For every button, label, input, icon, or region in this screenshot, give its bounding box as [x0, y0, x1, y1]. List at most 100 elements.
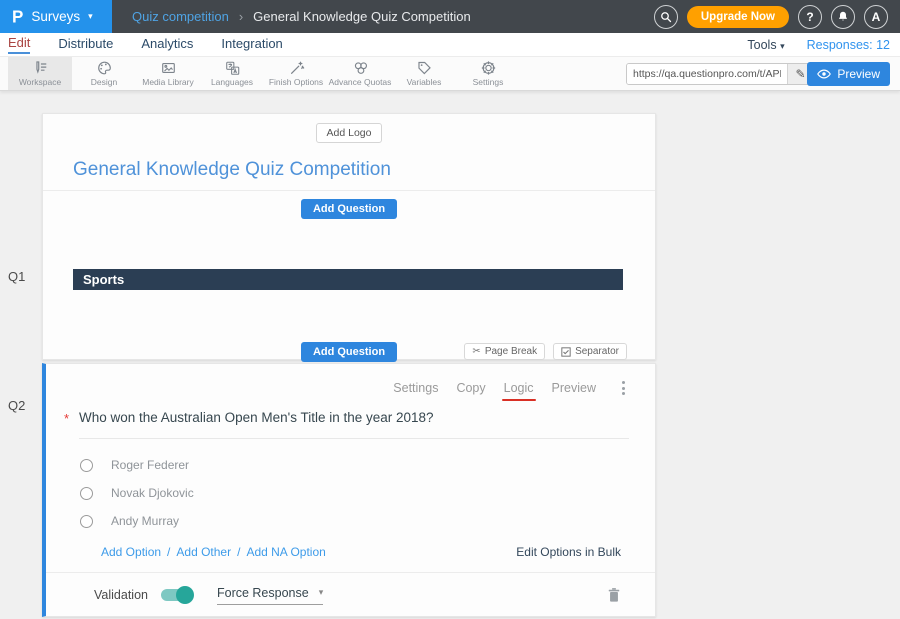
add-na-option-link[interactable]: Add NA Option	[246, 545, 325, 559]
chain-links-icon	[352, 60, 369, 76]
topbar-actions: Upgrade Now ? A	[654, 0, 900, 33]
more-options-kebab-icon[interactable]	[618, 379, 629, 397]
radio-button[interactable]	[80, 515, 93, 528]
add-question-button-bottom[interactable]: Add Question	[301, 342, 397, 362]
breadcrumb-separator-icon: ›	[239, 9, 243, 24]
link-separator: /	[237, 545, 240, 559]
toolbar-item-finish-options[interactable]: Finish Options	[264, 57, 328, 90]
toolbar-item-settings[interactable]: Settings	[456, 57, 520, 90]
edit-options-in-bulk-link[interactable]: Edit Options in Bulk	[516, 545, 621, 559]
question-logic-link[interactable]: Logic	[504, 381, 534, 395]
chevron-down-icon: ▾	[319, 587, 324, 598]
questionpro-app: P Surveys ▾ Quiz competition › General K…	[0, 0, 900, 619]
responses-count[interactable]: Responses: 12	[807, 38, 890, 52]
answer-options: Roger Federer Novak Djokovic Andy Murray	[80, 458, 655, 528]
option-label[interactable]: Andy Murray	[111, 514, 179, 528]
search-button[interactable]	[654, 5, 678, 29]
survey-url-group: ✎	[626, 63, 814, 85]
radio-button[interactable]	[80, 487, 93, 500]
tools-dropdown[interactable]: Tools ▾	[747, 38, 784, 52]
notifications-button[interactable]	[831, 5, 855, 29]
preview-label: Preview	[837, 67, 880, 81]
separator-button[interactable]: Separator	[553, 343, 627, 360]
toolbar-label: Settings	[473, 77, 504, 87]
toolbar-item-variables[interactable]: Variables	[392, 57, 456, 90]
eye-icon	[817, 69, 831, 79]
tab-edit[interactable]: Edit	[8, 35, 30, 54]
trash-icon	[607, 587, 621, 603]
option-row: Novak Djokovic	[80, 486, 655, 500]
tab-integration[interactable]: Integration	[221, 36, 282, 53]
add-option-link[interactable]: Add Option	[101, 545, 161, 559]
add-logo-button[interactable]: Add Logo	[316, 123, 383, 143]
editor-canvas: Q1 Q2 Add Logo General Knowledge Quiz Co…	[0, 91, 900, 619]
palette-icon	[96, 60, 113, 76]
image-icon	[160, 60, 177, 76]
question-text[interactable]: Who won the Australian Open Men's Title …	[79, 410, 434, 425]
add-other-link[interactable]: Add Other	[176, 545, 231, 559]
toolbar-item-workspace[interactable]: Workspace	[8, 57, 72, 90]
separator-label: Separator	[575, 346, 619, 357]
toolbar-label: Workspace	[19, 77, 61, 87]
page-break-button[interactable]: ✂ Page Break	[464, 343, 545, 360]
help-button[interactable]: ?	[798, 5, 822, 29]
checkbox-icon	[561, 347, 571, 357]
page-break-label: Page Break	[485, 346, 537, 357]
question-copy-link[interactable]: Copy	[456, 381, 485, 395]
question-mark-icon: ?	[806, 10, 813, 24]
radio-button[interactable]	[80, 459, 93, 472]
validation-type-value: Force Response	[217, 586, 309, 600]
option-actions-row: Add Option / Add Other / Add NA Option E…	[101, 545, 621, 559]
survey-header-card: Add Logo General Knowledge Quiz Competit…	[42, 113, 656, 360]
editor-toolbar: Workspace Design Media Library	[0, 57, 900, 91]
search-icon	[660, 11, 672, 23]
preview-button[interactable]: Preview	[807, 62, 890, 86]
chevron-down-icon: ▾	[780, 41, 785, 51]
navtabs-right: Tools ▾ Responses: 12	[747, 38, 890, 52]
toolbar-item-media-library[interactable]: Media Library	[136, 57, 200, 90]
validation-type-dropdown[interactable]: Force Response ▾	[217, 586, 323, 605]
option-label[interactable]: Novak Djokovic	[111, 486, 194, 500]
validation-label: Validation	[94, 588, 148, 602]
question-menu: Settings Copy Logic Preview	[46, 379, 629, 397]
product-label: Surveys	[31, 9, 80, 24]
survey-title[interactable]: General Knowledge Quiz Competition	[73, 159, 655, 181]
toolbar-label: Media Library	[142, 77, 194, 87]
scissors-icon: ✂	[472, 346, 480, 357]
gear-icon	[480, 60, 497, 76]
section-header-q1[interactable]: Sports	[73, 269, 623, 290]
tag-icon	[416, 60, 433, 76]
question-settings-link[interactable]: Settings	[393, 381, 438, 395]
tab-analytics[interactable]: Analytics	[141, 36, 193, 53]
question-preview-link[interactable]: Preview	[552, 381, 596, 395]
add-option-links: Add Option / Add Other / Add NA Option	[101, 545, 326, 559]
toolbar-item-languages[interactable]: Languages	[200, 57, 264, 90]
delete-question-button[interactable]	[607, 587, 621, 603]
upgrade-now-button[interactable]: Upgrade Now	[687, 6, 789, 28]
toolbar-label: Advance Quotas	[329, 77, 392, 87]
breadcrumb-folder[interactable]: Quiz competition	[132, 9, 229, 24]
add-question-button-top[interactable]: Add Question	[301, 199, 397, 219]
link-separator: /	[167, 545, 170, 559]
toolbar-item-design[interactable]: Design	[72, 57, 136, 90]
questionpro-logo: P	[12, 8, 23, 26]
account-avatar[interactable]: A	[864, 5, 888, 29]
magic-wand-icon	[288, 60, 305, 76]
tab-distribute[interactable]: Distribute	[58, 36, 113, 53]
chevron-down-icon: ▾	[88, 11, 93, 22]
question-card-q2: Settings Copy Logic Preview * Who won th…	[42, 363, 656, 617]
validation-toggle[interactable]	[161, 589, 191, 601]
toolbar-label: Variables	[407, 77, 442, 87]
breadcrumb-survey-name: General Knowledge Quiz Competition	[253, 9, 471, 24]
survey-nav-tabs: Edit Distribute Analytics Integration To…	[0, 33, 900, 57]
option-label[interactable]: Roger Federer	[111, 458, 189, 472]
survey-url-input[interactable]	[627, 64, 787, 84]
toolbar-item-advance-quotas[interactable]: Advance Quotas	[328, 57, 392, 90]
surveys-product-menu[interactable]: P Surveys ▾	[0, 0, 112, 33]
pencil-icon: ✎	[795, 67, 805, 81]
insert-controls: ✂ Page Break Separator	[464, 343, 627, 360]
toolbar-label: Finish Options	[269, 77, 323, 87]
toggle-knob	[176, 586, 194, 604]
question-index-q2: Q2	[8, 398, 25, 413]
translate-icon	[224, 60, 241, 76]
